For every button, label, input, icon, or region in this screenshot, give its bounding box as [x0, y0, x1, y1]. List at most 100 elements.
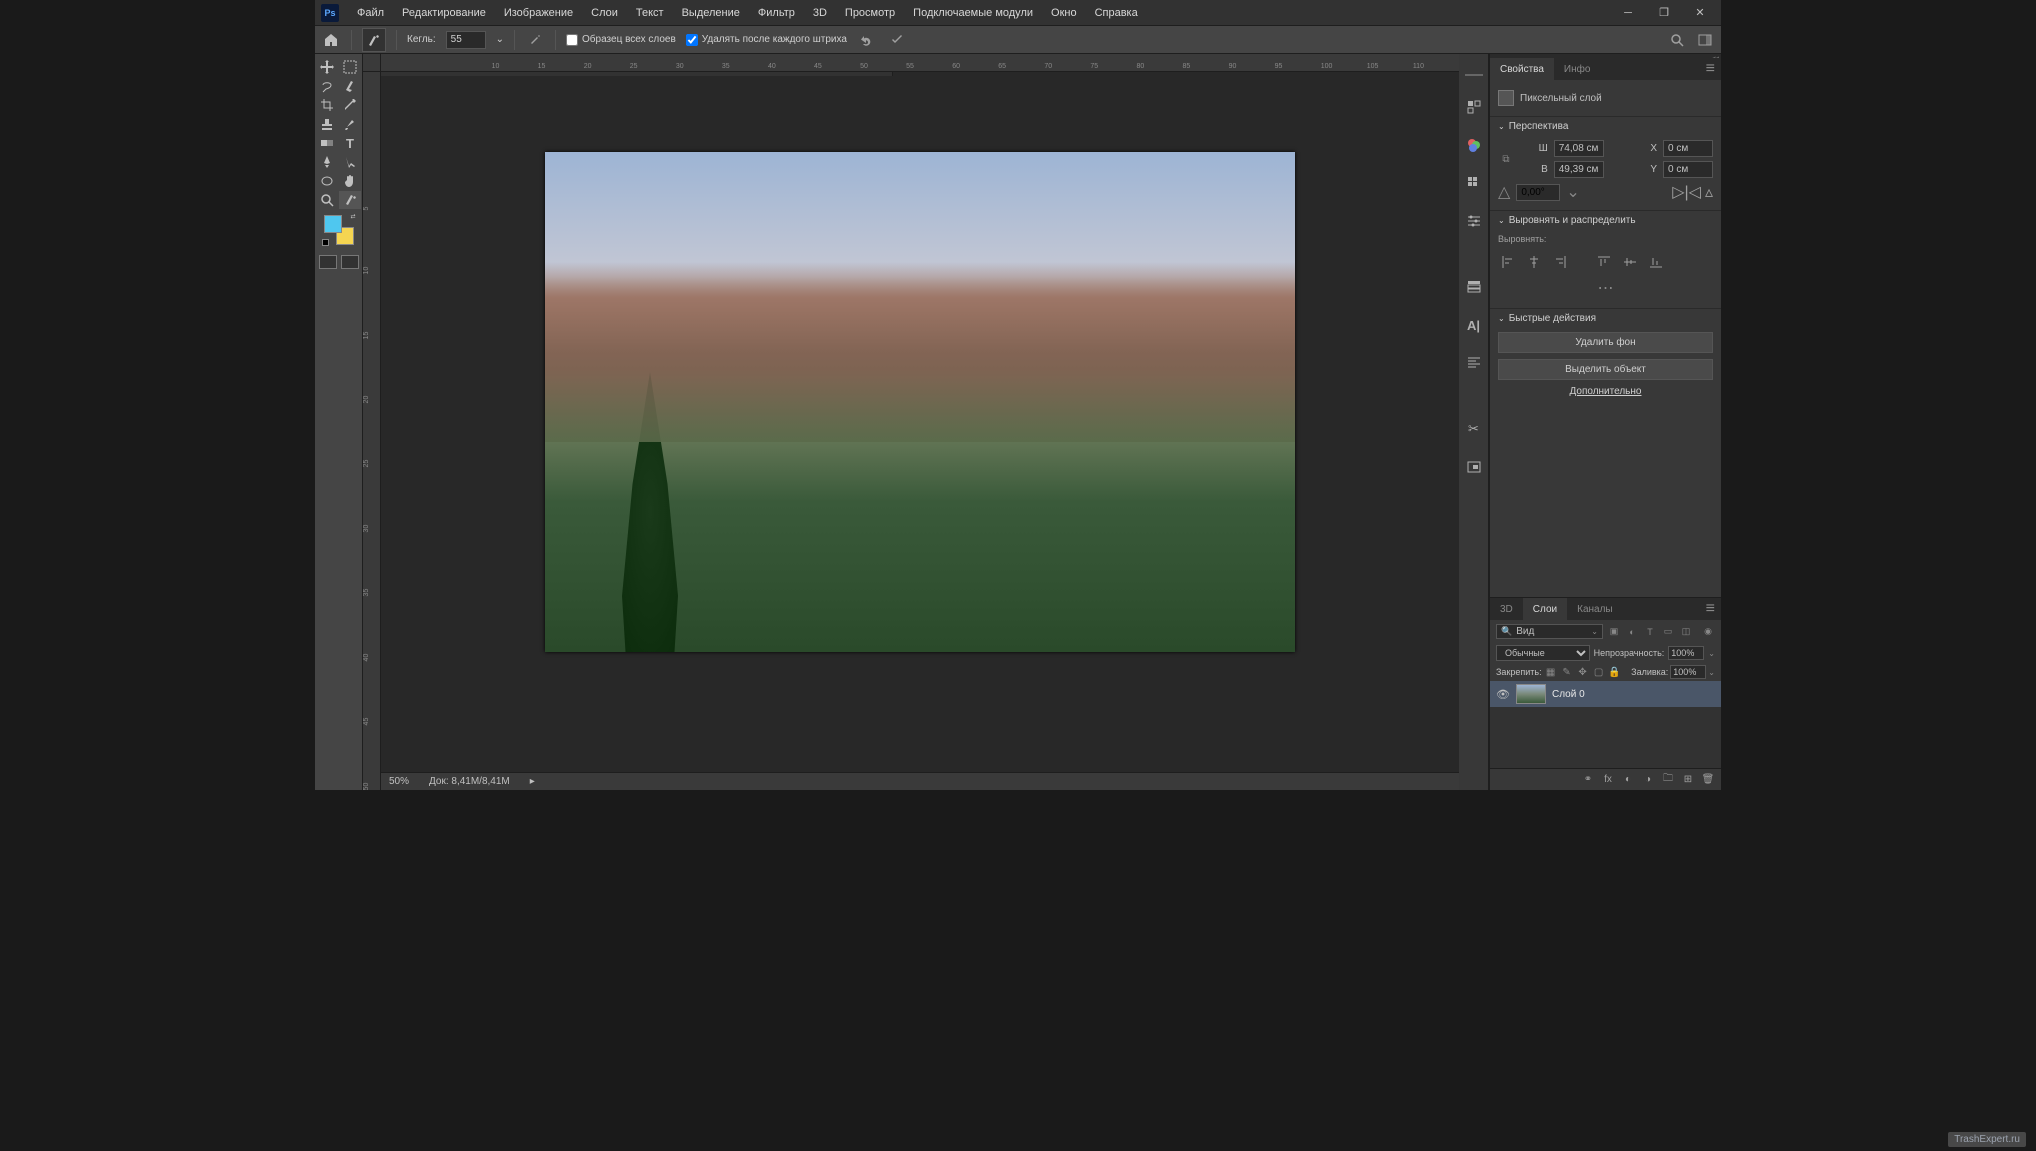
tool-preset-button[interactable] [362, 28, 386, 52]
menu-текст[interactable]: Текст [628, 3, 672, 23]
actions-panel-icon[interactable]: ✂ [1463, 418, 1485, 440]
layer-visibility-icon[interactable]: 👁 [1496, 688, 1510, 701]
properties-tab[interactable]: Свойства [1490, 58, 1554, 80]
swatches-panel-icon[interactable] [1463, 172, 1485, 194]
lasso-tool[interactable] [316, 77, 338, 95]
opacity-input[interactable] [1668, 646, 1704, 660]
marquee-tool[interactable] [339, 58, 361, 76]
home-icon[interactable] [321, 30, 341, 50]
layer-filter[interactable]: 🔍 ⌄ [1496, 624, 1603, 639]
menu-файл[interactable]: Файл [349, 3, 392, 23]
minimize-button[interactable]: ─ [1613, 3, 1643, 23]
workspace-switcher-icon[interactable] [1695, 30, 1715, 50]
menu-выделение[interactable]: Выделение [674, 3, 748, 23]
screen-mode-full[interactable] [341, 255, 359, 269]
adjustments-panel-icon[interactable] [1463, 210, 1485, 232]
vertical-ruler[interactable]: 5101520253035404550 [363, 72, 381, 790]
color-panel-icon[interactable] [1463, 134, 1485, 156]
gradient-tool[interactable] [316, 134, 338, 152]
menu-изображение[interactable]: Изображение [496, 3, 581, 23]
zoom-tool[interactable] [316, 191, 338, 209]
filter-toggle-icon[interactable]: ◉ [1701, 625, 1715, 639]
group-layers-icon[interactable]: 🗀 [1659, 771, 1677, 789]
rotate-value[interactable]: 0,00° [1516, 184, 1560, 201]
layer-mask-icon[interactable]: ◐ [1619, 771, 1637, 789]
undo-icon[interactable] [857, 30, 877, 50]
filter-smart-icon[interactable]: ◫ [1679, 625, 1693, 639]
layer-row[interactable]: 👁 Слой 0 [1490, 681, 1721, 707]
filter-image-icon[interactable]: ▣ [1607, 625, 1621, 639]
layer-style-icon[interactable]: fx [1599, 771, 1617, 789]
menu-справка[interactable]: Справка [1087, 3, 1146, 23]
quick-actions-header[interactable]: ⌄ Быстрые действия [1490, 308, 1721, 328]
link-wh-icon[interactable]: ⧉ [1498, 154, 1514, 165]
search-icon[interactable] [1667, 30, 1687, 50]
history-panel-icon[interactable] [1463, 96, 1485, 118]
brush-tool[interactable] [339, 115, 361, 133]
color-swatches[interactable]: ⇄ [324, 215, 354, 245]
lock-pixels-icon[interactable]: ✎ [1560, 665, 1574, 679]
lock-position-icon[interactable]: ✥ [1576, 665, 1590, 679]
select-subject-button[interactable]: Выделить объект [1498, 359, 1713, 380]
lock-artboard-icon[interactable]: ▢ [1592, 665, 1606, 679]
hand-tool[interactable] [339, 172, 361, 190]
canvas-image[interactable] [545, 152, 1295, 652]
close-button[interactable]: ✕ [1685, 3, 1715, 23]
eyedropper-tool[interactable] [339, 96, 361, 114]
align-left-icon[interactable] [1498, 252, 1518, 272]
paragraph-panel-icon[interactable] [1463, 352, 1485, 374]
transform-section-header[interactable]: ⌄ Перспектива [1490, 116, 1721, 136]
navigator-panel-icon[interactable] [1463, 456, 1485, 478]
zoom-level[interactable]: 50% [389, 776, 409, 787]
move-tool[interactable] [316, 58, 338, 76]
new-layer-icon[interactable]: ⊞ [1679, 771, 1697, 789]
status-more[interactable]: ▸ [530, 776, 535, 787]
lock-transparency-icon[interactable]: ▦ [1544, 665, 1558, 679]
horizontal-ruler[interactable]: 1015202530354045505560657075808590951001… [381, 54, 1459, 72]
delete-after-stroke-checkbox[interactable]: Удалять после каждого штриха [686, 34, 847, 46]
filter-type-icon[interactable]: T [1643, 625, 1657, 639]
flip-vertical-icon[interactable]: ▵ [1705, 182, 1713, 202]
screen-mode-standard[interactable] [319, 255, 337, 269]
rotate-dropdown[interactable]: ⌄ [1566, 182, 1579, 202]
crop-tool[interactable] [316, 96, 338, 114]
align-section-header[interactable]: ⌄ Выровнять и распределить [1490, 210, 1721, 230]
lock-all-icon[interactable]: 🔒 [1608, 665, 1622, 679]
layer-name[interactable]: Слой 0 [1552, 689, 1585, 700]
stamp-tool[interactable] [316, 115, 338, 133]
width-value[interactable]: 74,08 см [1554, 140, 1604, 157]
menu-окно[interactable]: Окно [1043, 3, 1085, 23]
sample-all-layers-checkbox[interactable]: Образец всех слоев [566, 34, 676, 46]
filter-adjust-icon[interactable]: ◐ [1625, 625, 1639, 639]
canvas-viewport[interactable] [381, 72, 1459, 772]
menu-фильтр[interactable]: Фильтр [750, 3, 803, 23]
remove-background-button[interactable]: Удалить фон [1498, 332, 1713, 353]
menu-редактирование[interactable]: Редактирование [394, 3, 494, 23]
menu-3d[interactable]: 3D [805, 3, 835, 23]
blend-mode-select[interactable]: Обычные [1496, 645, 1590, 661]
menu-слои[interactable]: Слои [583, 3, 626, 23]
3d-tab[interactable]: 3D [1490, 598, 1523, 620]
libraries-panel-icon[interactable] [1463, 276, 1485, 298]
type-tool[interactable]: T [339, 134, 361, 152]
maximize-button[interactable]: ❐ [1649, 3, 1679, 23]
align-bottom-icon[interactable] [1646, 252, 1666, 272]
align-right-icon[interactable] [1550, 252, 1570, 272]
layer-thumbnail[interactable] [1516, 684, 1546, 704]
fill-input[interactable] [1670, 665, 1706, 679]
kegel-input[interactable] [446, 31, 486, 49]
align-top-icon[interactable] [1594, 252, 1614, 272]
character-panel-icon[interactable]: A| [1463, 314, 1485, 336]
pen-tool[interactable] [316, 153, 338, 171]
adjustment-layer-icon[interactable]: ◑ [1639, 771, 1657, 789]
eraser-tool[interactable] [339, 191, 361, 209]
commit-icon[interactable] [887, 30, 907, 50]
link-layers-icon[interactable]: ⚭ [1579, 771, 1597, 789]
align-more-icon[interactable]: ⋯ [1498, 276, 1713, 300]
document-size[interactable]: Док: 8,41M/8,41M [429, 776, 510, 787]
filter-shape-icon[interactable]: ▭ [1661, 625, 1675, 639]
delete-layer-icon[interactable]: 🗑 [1699, 771, 1717, 789]
flip-horizontal-icon[interactable]: ▷|◁ [1672, 182, 1701, 202]
layers-panel-menu-icon[interactable]: ≡ [1700, 600, 1721, 618]
layers-tab[interactable]: Слои [1523, 598, 1567, 620]
